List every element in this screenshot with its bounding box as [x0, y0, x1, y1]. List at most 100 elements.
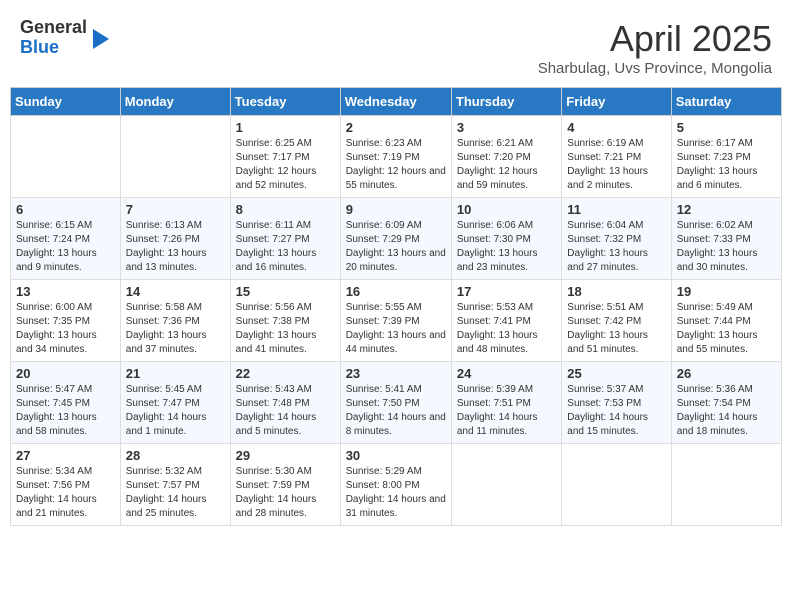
- day-number: 23: [346, 366, 446, 381]
- day-number: 25: [567, 366, 665, 381]
- logo: General Blue: [20, 18, 109, 58]
- day-info: Sunrise: 6:25 AM Sunset: 7:17 PM Dayligh…: [236, 137, 335, 193]
- day-info: Sunrise: 5:37 AM Sunset: 7:53 PM Dayligh…: [567, 383, 665, 439]
- calendar-cell: 4 Sunrise: 6:19 AM Sunset: 7:21 PM Daylig…: [562, 116, 671, 198]
- day-number: 21: [126, 366, 225, 381]
- logo-general: General: [20, 17, 87, 37]
- calendar-cell: [451, 444, 561, 526]
- calendar-week-row: 27 Sunrise: 5:34 AM Sunset: 7:56 PM Dayli…: [11, 444, 782, 526]
- day-info: Sunrise: 6:11 AM Sunset: 7:27 PM Dayligh…: [236, 219, 335, 275]
- day-info: Sunrise: 5:49 AM Sunset: 7:44 PM Dayligh…: [677, 301, 776, 357]
- day-info: Sunrise: 5:56 AM Sunset: 7:38 PM Dayligh…: [236, 301, 335, 357]
- day-info: Sunrise: 5:47 AM Sunset: 7:45 PM Dayligh…: [16, 383, 115, 439]
- page-header: General Blue April 2025 Sharbulag, Uvs P…: [10, 10, 782, 81]
- day-number: 18: [567, 284, 665, 299]
- day-header-wednesday: Wednesday: [340, 88, 451, 116]
- day-number: 10: [457, 202, 556, 217]
- logo-blue: Blue: [20, 37, 59, 57]
- calendar-cell: 20 Sunrise: 5:47 AM Sunset: 7:45 PM Dayli…: [11, 362, 121, 444]
- logo-text: General Blue: [20, 18, 87, 58]
- day-header-friday: Friday: [562, 88, 671, 116]
- calendar-cell: [11, 116, 121, 198]
- day-number: 24: [457, 366, 556, 381]
- calendar-week-row: 13 Sunrise: 6:00 AM Sunset: 7:35 PM Dayli…: [11, 280, 782, 362]
- calendar-cell: 13 Sunrise: 6:00 AM Sunset: 7:35 PM Dayli…: [11, 280, 121, 362]
- day-info: Sunrise: 6:19 AM Sunset: 7:21 PM Dayligh…: [567, 137, 665, 193]
- day-info: Sunrise: 5:45 AM Sunset: 7:47 PM Dayligh…: [126, 383, 225, 439]
- day-info: Sunrise: 6:04 AM Sunset: 7:32 PM Dayligh…: [567, 219, 665, 275]
- day-header-saturday: Saturday: [671, 88, 781, 116]
- calendar-cell: 11 Sunrise: 6:04 AM Sunset: 7:32 PM Dayli…: [562, 198, 671, 280]
- day-number: 29: [236, 448, 335, 463]
- calendar-cell: 6 Sunrise: 6:15 AM Sunset: 7:24 PM Daylig…: [11, 198, 121, 280]
- day-header-monday: Monday: [120, 88, 230, 116]
- calendar-week-row: 1 Sunrise: 6:25 AM Sunset: 7:17 PM Daylig…: [11, 116, 782, 198]
- day-number: 16: [346, 284, 446, 299]
- day-number: 30: [346, 448, 446, 463]
- day-info: Sunrise: 6:06 AM Sunset: 7:30 PM Dayligh…: [457, 219, 556, 275]
- day-header-sunday: Sunday: [11, 88, 121, 116]
- day-info: Sunrise: 6:15 AM Sunset: 7:24 PM Dayligh…: [16, 219, 115, 275]
- calendar-cell: 16 Sunrise: 5:55 AM Sunset: 7:39 PM Dayli…: [340, 280, 451, 362]
- month-title: April 2025: [538, 18, 772, 60]
- day-info: Sunrise: 5:43 AM Sunset: 7:48 PM Dayligh…: [236, 383, 335, 439]
- calendar-header-row: SundayMondayTuesdayWednesdayThursdayFrid…: [11, 88, 782, 116]
- day-number: 17: [457, 284, 556, 299]
- calendar-table: SundayMondayTuesdayWednesdayThursdayFrid…: [10, 87, 782, 526]
- calendar-cell: 19 Sunrise: 5:49 AM Sunset: 7:44 PM Dayli…: [671, 280, 781, 362]
- day-info: Sunrise: 5:29 AM Sunset: 8:00 PM Dayligh…: [346, 465, 446, 521]
- day-number: 26: [677, 366, 776, 381]
- day-number: 11: [567, 202, 665, 217]
- day-header-thursday: Thursday: [451, 88, 561, 116]
- day-info: Sunrise: 5:39 AM Sunset: 7:51 PM Dayligh…: [457, 383, 556, 439]
- calendar-cell: 7Sunrise: 6:13 AM Sunset: 7:26 PM Daylig…: [120, 198, 230, 280]
- day-info: Sunrise: 6:21 AM Sunset: 7:20 PM Dayligh…: [457, 137, 556, 193]
- calendar-cell: 22Sunrise: 5:43 AM Sunset: 7:48 PM Dayli…: [230, 362, 340, 444]
- calendar-cell: 5Sunrise: 6:17 AM Sunset: 7:23 PM Daylig…: [671, 116, 781, 198]
- day-number: 6: [16, 202, 115, 217]
- day-info: Sunrise: 5:34 AM Sunset: 7:56 PM Dayligh…: [16, 465, 115, 521]
- calendar-cell: 27 Sunrise: 5:34 AM Sunset: 7:56 PM Dayli…: [11, 444, 121, 526]
- calendar-cell: 15 Sunrise: 5:56 AM Sunset: 7:38 PM Dayli…: [230, 280, 340, 362]
- day-info: Sunrise: 6:00 AM Sunset: 7:35 PM Dayligh…: [16, 301, 115, 357]
- day-info: Sunrise: 6:02 AM Sunset: 7:33 PM Dayligh…: [677, 219, 776, 275]
- day-number: 5: [677, 120, 776, 135]
- day-info: Sunrise: 5:32 AM Sunset: 7:57 PM Dayligh…: [126, 465, 225, 521]
- day-number: 1: [236, 120, 335, 135]
- calendar-cell: [671, 444, 781, 526]
- day-info: Sunrise: 6:23 AM Sunset: 7:19 PM Dayligh…: [346, 137, 446, 193]
- day-number: 19: [677, 284, 776, 299]
- day-info: Sunrise: 5:30 AM Sunset: 7:59 PM Dayligh…: [236, 465, 335, 521]
- day-number: 15: [236, 284, 335, 299]
- calendar-cell: 21 Sunrise: 5:45 AM Sunset: 7:47 PM Dayli…: [120, 362, 230, 444]
- calendar-cell: 10 Sunrise: 6:06 AM Sunset: 7:30 PM Dayli…: [451, 198, 561, 280]
- calendar-week-row: 20 Sunrise: 5:47 AM Sunset: 7:45 PM Dayli…: [11, 362, 782, 444]
- day-number: 27: [16, 448, 115, 463]
- day-info: Sunrise: 5:53 AM Sunset: 7:41 PM Dayligh…: [457, 301, 556, 357]
- calendar-cell: 1 Sunrise: 6:25 AM Sunset: 7:17 PM Daylig…: [230, 116, 340, 198]
- calendar-cell: 29 Sunrise: 5:30 AM Sunset: 7:59 PM Dayli…: [230, 444, 340, 526]
- calendar-cell: 14 Sunrise: 5:58 AM Sunset: 7:36 PM Dayli…: [120, 280, 230, 362]
- calendar-cell: 24 Sunrise: 5:39 AM Sunset: 7:51 PM Dayli…: [451, 362, 561, 444]
- day-info: Sunrise: 5:58 AM Sunset: 7:36 PM Dayligh…: [126, 301, 225, 357]
- calendar-cell: 12Sunrise: 6:02 AM Sunset: 7:33 PM Dayli…: [671, 198, 781, 280]
- calendar-cell: 25 Sunrise: 5:37 AM Sunset: 7:53 PM Dayli…: [562, 362, 671, 444]
- day-number: 3: [457, 120, 556, 135]
- day-number: 14: [126, 284, 225, 299]
- day-number: 13: [16, 284, 115, 299]
- logo-arrow-icon: [93, 29, 109, 49]
- day-number: 4: [567, 120, 665, 135]
- calendar-cell: 17 Sunrise: 5:53 AM Sunset: 7:41 PM Dayli…: [451, 280, 561, 362]
- calendar-cell: 18Sunrise: 5:51 AM Sunset: 7:42 PM Dayli…: [562, 280, 671, 362]
- calendar-cell: [120, 116, 230, 198]
- day-number: 9: [346, 202, 446, 217]
- day-number: 20: [16, 366, 115, 381]
- title-area: April 2025 Sharbulag, Uvs Province, Mong…: [538, 18, 772, 77]
- day-info: Sunrise: 5:41 AM Sunset: 7:50 PM Dayligh…: [346, 383, 446, 439]
- day-number: 28: [126, 448, 225, 463]
- calendar-week-row: 6 Sunrise: 6:15 AM Sunset: 7:24 PM Daylig…: [11, 198, 782, 280]
- day-info: Sunrise: 5:55 AM Sunset: 7:39 PM Dayligh…: [346, 301, 446, 357]
- calendar-cell: 3 Sunrise: 6:21 AM Sunset: 7:20 PM Daylig…: [451, 116, 561, 198]
- calendar-cell: 2Sunrise: 6:23 AM Sunset: 7:19 PM Daylig…: [340, 116, 451, 198]
- day-number: 7: [126, 202, 225, 217]
